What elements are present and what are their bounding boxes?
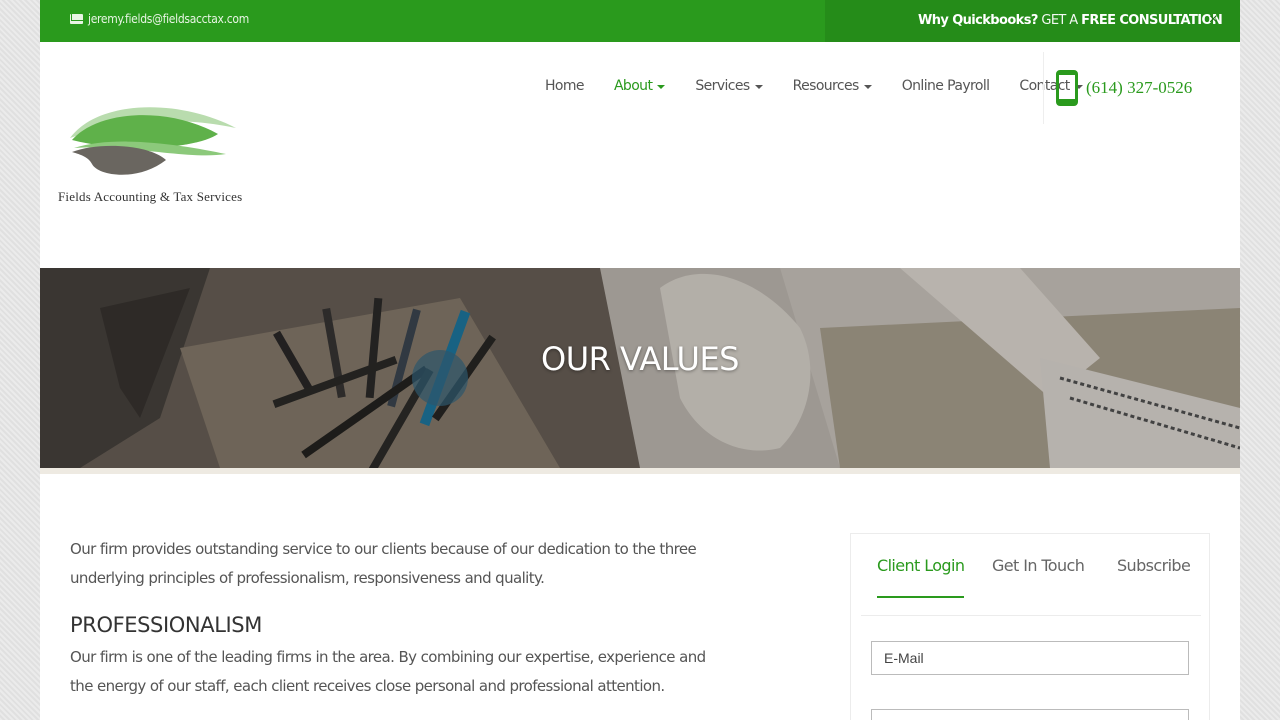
envelope-icon <box>70 14 83 24</box>
widget-tabs: Client Login Get In Touch Subscribe <box>861 534 1201 616</box>
caret-down-icon <box>657 85 666 89</box>
sidebar-widget: Client Login Get In Touch Subscribe <box>850 533 1210 720</box>
email-field[interactable] <box>871 641 1189 675</box>
tab-get-in-touch[interactable]: Get In Touch <box>992 556 1085 598</box>
promo-text[interactable]: Why Quickbooks? GET A FREE CONSULTATION <box>918 13 1223 28</box>
phone-block[interactable]: (614) 327-0526 <box>1043 52 1240 124</box>
nav-about[interactable]: About <box>599 76 680 96</box>
nav-payroll-label: Online Payroll <box>901 78 990 94</box>
nav-home-label: Home <box>545 78 585 94</box>
password-field[interactable] <box>871 709 1189 720</box>
nav-resources[interactable]: Resources <box>778 76 887 96</box>
nav-resources-label: Resources <box>792 78 860 94</box>
phone-icon <box>1056 70 1078 106</box>
phone-number[interactable]: (614) 327-0526 <box>1086 78 1192 98</box>
tab-client-login[interactable]: Client Login <box>877 556 965 598</box>
email-link[interactable]: jeremy.fields@fieldsacctax.com <box>70 12 249 26</box>
close-icon[interactable]: × <box>1209 11 1218 29</box>
tab-subscribe[interactable]: Subscribe <box>1117 556 1191 598</box>
promo-bold: Why Quickbooks? <box>918 13 1038 28</box>
caret-down-icon <box>863 85 872 89</box>
hero-divider <box>40 468 1240 474</box>
top-bar: jeremy.fields@fieldsacctax.com Why Quick… <box>40 0 1240 42</box>
nav-about-label: About <box>613 78 653 94</box>
promo-banner[interactable]: Why Quickbooks? GET A FREE CONSULTATION … <box>825 0 1240 42</box>
hero-title: OUR VALUES <box>541 340 739 378</box>
nav-services[interactable]: Services <box>680 76 777 96</box>
section-paragraph: Our firm is one of the leading firms in … <box>70 648 706 695</box>
main-nav: Home About Services Resources Online Pay… <box>530 76 1098 96</box>
hero-banner: OUR VALUES <box>40 268 1240 468</box>
caret-down-icon <box>754 85 763 89</box>
email-text: jeremy.fields@fieldsacctax.com <box>88 12 249 26</box>
logo-text: Fields Accounting & Tax Services <box>58 189 243 204</box>
nav-services-label: Services <box>695 78 750 94</box>
section-heading: PROFESSIONALISM <box>70 613 262 637</box>
nav-home[interactable]: Home <box>530 76 599 96</box>
promo-mid: GET A <box>1037 13 1082 28</box>
nav-online-payroll[interactable]: Online Payroll <box>887 76 1005 96</box>
main-content: Our firm provides outstanding service to… <box>70 535 730 701</box>
promo-cta: FREE CONSULTATION <box>1081 13 1223 28</box>
page: jeremy.fields@fieldsacctax.com Why Quick… <box>40 0 1240 720</box>
intro-paragraph: Our firm provides outstanding service to… <box>70 540 697 587</box>
